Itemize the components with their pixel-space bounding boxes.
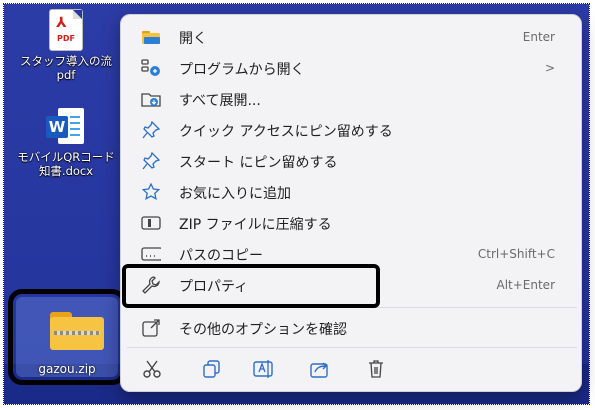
copy-icon[interactable] xyxy=(197,354,227,384)
menu-item-compress-zip[interactable]: ZIP ファイルに圧縮する xyxy=(127,208,577,238)
open-with-icon xyxy=(141,59,161,77)
desktop-icon-zip[interactable]: gazou.zip xyxy=(8,289,126,385)
more-options-icon xyxy=(141,319,161,337)
rename-icon[interactable] xyxy=(249,354,279,384)
desktop-icon-docx[interactable]: W モバイルQRコード 知書.docx xyxy=(10,108,122,178)
pin-icon xyxy=(141,121,161,139)
extract-icon xyxy=(141,90,161,108)
folder-open-icon xyxy=(141,28,161,46)
desktop-icon-label: gazou.zip xyxy=(38,362,96,376)
annotation-highlight-properties xyxy=(122,264,380,308)
desktop-icon-label: モバイルQRコード xyxy=(17,150,115,164)
menu-item-open[interactable]: 開く Enter xyxy=(127,22,577,52)
desktop-icon-label: スタッフ導入の流 xyxy=(20,54,112,68)
share-icon[interactable] xyxy=(305,354,335,384)
menu-item-extract-all[interactable]: すべて展開... xyxy=(127,84,577,114)
delete-icon[interactable] xyxy=(361,354,391,384)
zip-folder-icon xyxy=(50,312,104,350)
desktop-icon-pdf[interactable]: ⅄ PDF スタッフ導入の流 pdf xyxy=(10,10,122,82)
menu-separator xyxy=(127,347,577,348)
menu-item-open-with[interactable]: プログラムから開く > xyxy=(127,53,577,83)
star-icon xyxy=(141,183,161,201)
context-menu-toolbar xyxy=(121,354,581,388)
pin-start-icon xyxy=(141,152,161,170)
menu-item-pin-start[interactable]: スタート にピン留めする xyxy=(127,146,577,176)
desktop-icon-label-ext: pdf xyxy=(56,68,76,82)
chevron-right-icon: > xyxy=(544,61,555,75)
menu-item-pin-quick-access[interactable]: クイック アクセスにピン留めする xyxy=(127,115,577,145)
context-menu: 開く Enter プログラムから開く > すべて展開... クイック アクセスに… xyxy=(120,14,582,392)
word-file-icon: W xyxy=(46,108,86,146)
menu-item-add-favorites[interactable]: お気に入りに追加 xyxy=(127,177,577,207)
cut-icon[interactable] xyxy=(137,354,167,384)
desktop-icon-label-ext: 知書.docx xyxy=(38,164,94,178)
zip-icon xyxy=(141,214,161,232)
copy-path-icon xyxy=(141,245,161,263)
pdf-file-icon: ⅄ PDF xyxy=(50,10,82,50)
menu-item-more-options[interactable]: その他のオプションを確認 xyxy=(127,313,577,343)
